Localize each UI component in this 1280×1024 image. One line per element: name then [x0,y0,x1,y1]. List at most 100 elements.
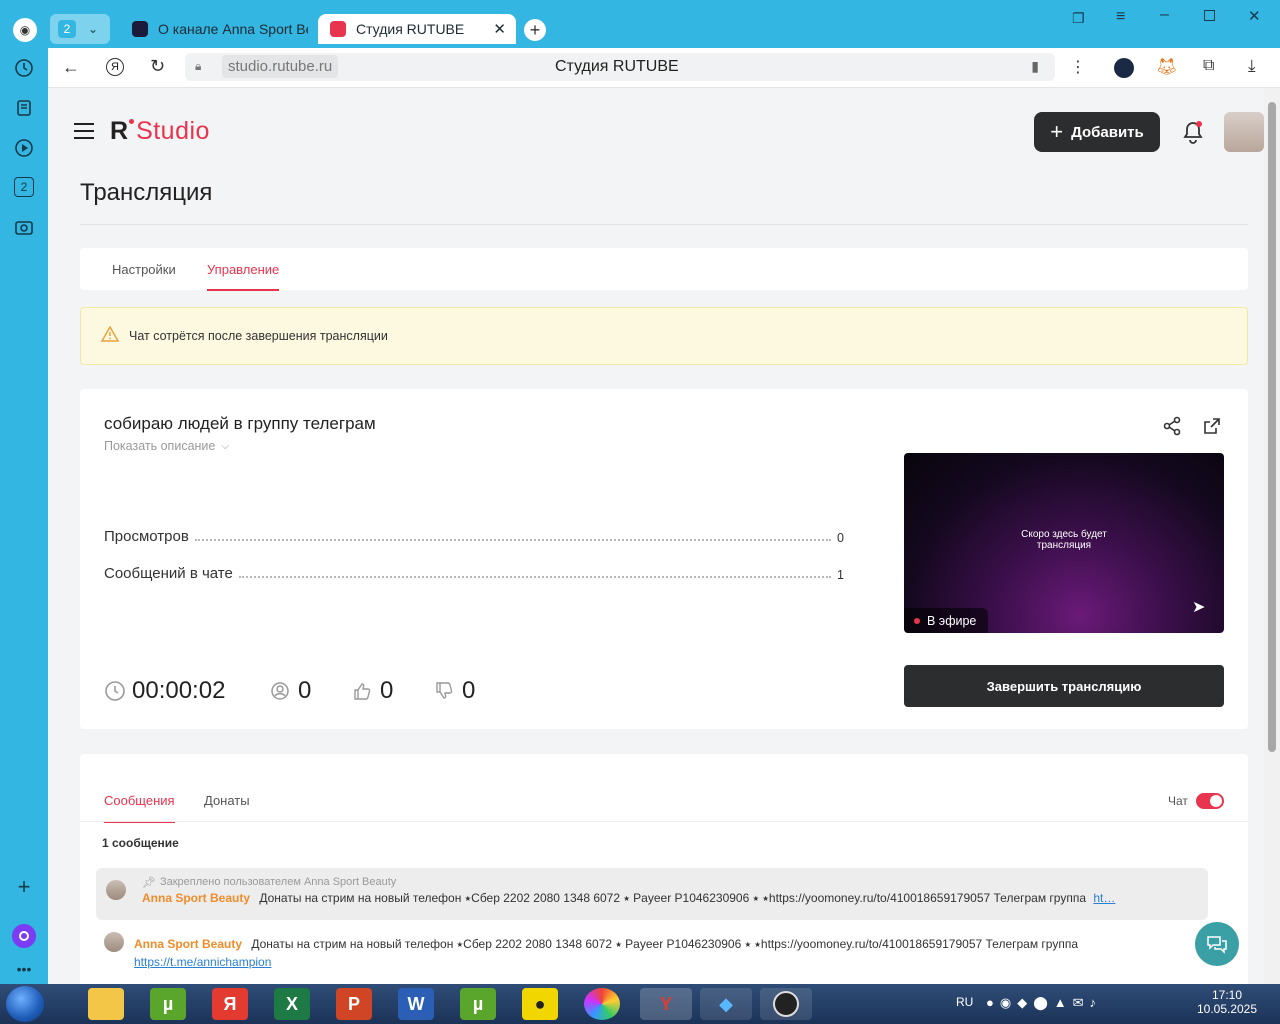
alice-assistant-icon[interactable] [12,924,36,948]
minimize-icon[interactable]: – [1160,6,1169,24]
notifications-bell-icon[interactable] [1182,120,1204,149]
reload-icon[interactable]: ↻ [150,56,165,77]
hamburger-menu-icon[interactable] [74,123,94,139]
metamask-icon[interactable]: 🦊︎ [1156,57,1178,77]
yandex-taskbar-active-icon[interactable]: Y [640,988,692,1020]
yandex-icon[interactable]: Я [106,58,124,76]
tab-donates[interactable]: Донаты [204,793,250,808]
video-icon[interactable] [13,137,35,159]
likes-value: 0 [380,677,394,704]
windows-taskbar: µ Я X P W µ ● Y ◆ RU ●◉◆⬤▲✉♪ 17:10 10.05… [0,984,1280,1024]
extension-icon[interactable] [1114,58,1134,78]
add-button[interactable]: + Добавить [1034,112,1160,152]
excel-icon[interactable]: X [274,988,310,1020]
live-dot-icon [914,617,920,624]
utorrent-icon-2[interactable]: µ [460,988,496,1020]
clock-date: 10.05.2025 [1196,1002,1258,1016]
message-author[interactable]: Anna Sport Beauty [134,937,242,951]
share-icon[interactable] [1162,416,1182,441]
tab-group-button[interactable]: 2 ⌄ [50,14,110,44]
stream-preview[interactable]: Скоро здесь будет трансляция В эфире ➤ [904,453,1224,633]
divider [80,821,1248,822]
support-chat-button[interactable] [1195,922,1239,966]
chevron-down-icon: ⌵ [221,440,229,452]
utorrent-icon[interactable]: µ [150,988,186,1020]
powerpoint-icon[interactable]: P [336,988,372,1020]
message-text: Донаты на стрим на новый телефон ⭑Сбер 2… [251,937,1079,951]
pinned-message-body: Anna Sport Beauty Донаты на стрим на нов… [142,891,1192,906]
add-panel-icon[interactable]: + [13,874,35,899]
logo-dot-icon [129,119,135,124]
studio-favicon-icon [330,21,346,37]
close-tab-icon[interactable]: ✕ [493,20,506,38]
likes-count: 0 [352,677,393,705]
views-row: Просмотров 0 [104,528,844,545]
add-button-label: Добавить [1071,123,1144,141]
messages-value: 1 [837,568,844,582]
tab-messages[interactable]: Сообщения [104,793,175,823]
cursor-icon: ➤ [1192,599,1206,616]
timer-value: 00:00:02 [132,677,226,704]
rutube-favicon-icon [132,21,148,37]
start-button[interactable] [6,986,44,1022]
show-description-link[interactable]: Показать описание ⌵ [104,439,229,453]
extensions-icon[interactable]: ⧉ [1203,57,1214,75]
avatar [104,932,124,952]
chat-toggle-label: Чат [1168,794,1188,808]
bookmarks-icon[interactable]: ❐ [1072,10,1085,27]
download-icon[interactable]: ⤓ [1248,56,1256,76]
app-yellow-icon[interactable]: ● [522,988,558,1020]
pinned-message[interactable]: 📌︎ Закреплено пользователем Anna Sport B… [96,868,1208,920]
bookmark-icon[interactable]: ▮ [1031,58,1039,75]
pin-icon: 📌︎ [142,877,156,889]
explorer-icon[interactable] [88,988,124,1020]
page-title: Трансляция [80,179,213,206]
chat-message: Anna Sport Beauty Донаты на стрим на нов… [134,935,1154,971]
yandex-browser-icon[interactable]: Я [212,988,248,1020]
language-indicator[interactable]: RU [956,995,973,1009]
app-blue-icon[interactable]: ◆ [700,988,752,1020]
pinned-text: Донаты на стрим на новый телефон ⭑Сбер 2… [259,891,1087,905]
dislikes-value: 0 [462,677,476,704]
live-badge-label: В эфире [927,613,977,628]
menu-icon[interactable]: ≡ [1116,8,1125,26]
tab-manage[interactable]: Управление [207,262,280,291]
history-icon[interactable] [13,57,35,79]
maximize-icon[interactable] [1204,10,1215,21]
studio-logo[interactable]: R Studio [110,117,210,146]
collections-icon[interactable] [13,97,35,119]
tab-rutube-channel[interactable]: О канале Anna Sport Beauty [120,14,310,44]
chat-toggle[interactable] [1196,793,1224,809]
address-field[interactable]: 🔒︎ studio.rutube.ru Студия RUTUBE ▮ [185,53,1055,81]
browser-addressbar: ← Я ↻ 🔒︎ studio.rutube.ru Студия RUTUBE … [48,48,1280,88]
more-icon[interactable]: ••• [13,958,35,980]
avatar[interactable] [1224,112,1264,152]
sidebar-counter-icon[interactable]: 2 [14,177,34,197]
clock[interactable]: 17:10 10.05.2025 [1188,988,1266,1016]
end-stream-button[interactable]: Завершить трансляцию [904,665,1224,707]
obs-icon[interactable] [760,988,812,1020]
more-vertical-icon[interactable]: ⋮ [1070,57,1086,77]
tab-settings[interactable]: Настройки [112,262,176,277]
back-icon[interactable]: ← [62,57,80,78]
pinned-link[interactable]: ht… [1093,891,1115,905]
colorful-app-icon[interactable] [584,988,620,1020]
url-text: studio.rutube.ru [222,55,339,78]
browser-sidebar: ◉ 2 + ••• [0,0,48,984]
alice-icon[interactable]: ◉ [13,18,37,42]
word-icon[interactable]: W [398,988,434,1020]
page-scrollbar[interactable] [1264,88,1280,984]
close-window-icon[interactable]: ✕ [1248,7,1261,25]
open-external-icon[interactable] [1202,416,1222,441]
tray-icons[interactable]: ●◉◆⬤▲✉♪ [986,995,1102,1011]
sidebar-counter-label: 2 [20,180,28,194]
studio-page: R Studio + Добавить Трансляция Настройки… [48,88,1264,994]
message-count: 1 сообщение [102,836,179,850]
tab-studio-rutube[interactable]: Студия RUTUBE ✕ [318,14,516,44]
logo-r: R [110,117,129,145]
message-link[interactable]: https://t.me/annichampion [134,955,271,969]
new-tab-button[interactable]: + [524,19,546,41]
clock-icon [105,681,125,701]
screenshot-icon[interactable] [13,217,35,239]
chat-card: Сообщения Донаты Чат 1 сообщение 📌︎ Закр… [80,754,1248,994]
